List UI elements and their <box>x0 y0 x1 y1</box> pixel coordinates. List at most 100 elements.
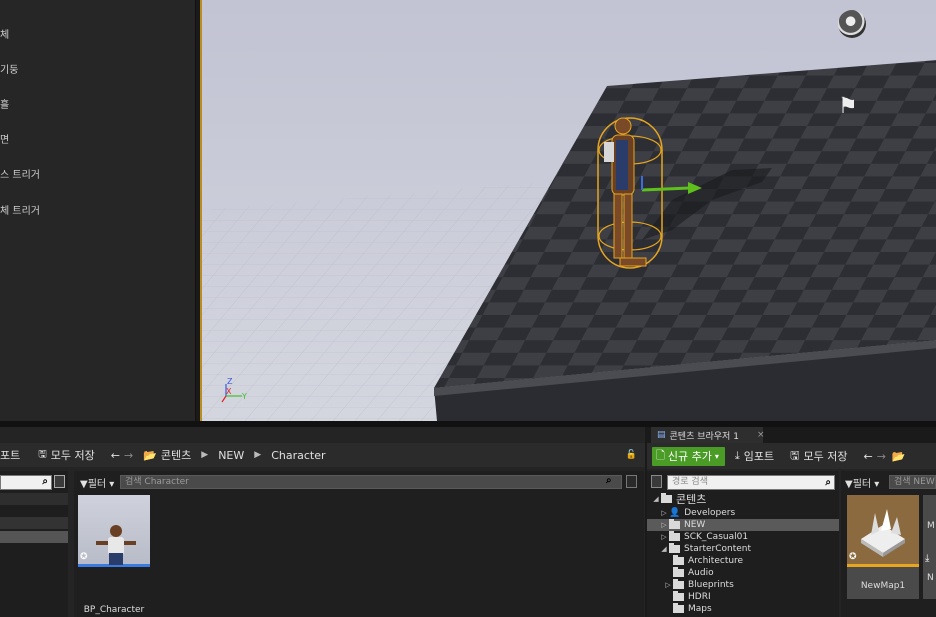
tree-item[interactable]: Maps <box>647 603 839 615</box>
sphere-reflection-icon[interactable] <box>838 10 866 38</box>
list-item[interactable] <box>0 531 68 543</box>
import-icon: ⤓ <box>734 449 740 462</box>
place-item[interactable]: 스 트리거 <box>0 166 40 181</box>
tree-item[interactable]: Architecture <box>647 555 839 567</box>
tree-item-label: Maps <box>688 604 712 614</box>
asset-search-input[interactable]: 검색 NEW <box>889 475 936 489</box>
filter-button[interactable]: ▼필터 ▾ <box>845 475 879 490</box>
chevron-down-icon: ▾ <box>871 479 880 490</box>
add-new-label: 신규 추가 <box>667 450 712 463</box>
import-label: 임포트 <box>743 450 775 463</box>
place-item[interactable]: 체 트리거 <box>0 202 40 217</box>
filter-icon: ▼ <box>80 479 88 490</box>
import-icon: ⤓ <box>925 553 930 564</box>
chevron-down-icon: ▾ <box>106 479 115 490</box>
map-thumbnail-icon: ✪ <box>847 495 919 567</box>
chevron-right-icon[interactable]: ▶ <box>201 450 208 460</box>
collapse-arrow-icon[interactable]: ▷ <box>659 533 669 541</box>
chevron-right-icon[interactable]: ▶ <box>254 450 261 460</box>
filter-icon: ▼ <box>845 479 853 490</box>
tab-content-browser-1[interactable]: ▤ 콘텐츠 브라우저 1 × <box>651 427 765 443</box>
tree-item-label: Developers <box>684 508 736 518</box>
breadcrumb-item[interactable]: NEW <box>218 449 244 462</box>
folder-icon <box>669 519 680 529</box>
import-button[interactable]: 포트 <box>0 447 20 463</box>
tree-item-label: Audio <box>688 568 714 578</box>
level-icon <box>861 509 905 557</box>
breadcrumb-item[interactable]: Character <box>271 449 325 462</box>
expand-arrow-icon[interactable]: ◢ <box>659 545 669 553</box>
search-icon: ⌕ <box>606 475 612 486</box>
folder-open-icon[interactable]: 📂 <box>892 450 906 463</box>
tree-item-selected[interactable]: ▷ NEW <box>647 519 839 531</box>
place-item[interactable]: 흘 <box>0 96 9 111</box>
asset-search-input[interactable]: 검색 Character <box>120 475 622 489</box>
expand-arrow-icon[interactable]: ◢ <box>651 495 661 503</box>
tree-item[interactable]: ◢ 콘텐츠 <box>647 493 839 506</box>
list-item[interactable] <box>0 517 68 529</box>
asset-view: ▼필터 ▾ 검색 NEW ✪ NewMap1 M ⤓ N <box>841 471 936 617</box>
search-icon: ⌕ <box>42 476 48 487</box>
lock-icon[interactable]: 🔓 <box>626 450 637 460</box>
list-item[interactable] <box>0 493 68 505</box>
folder-panel: ⌕ <box>0 471 68 617</box>
close-icon[interactable]: × <box>757 430 765 440</box>
save-icon: 🖫 <box>38 448 47 460</box>
sources-panel-toggle-icon[interactable] <box>651 475 662 488</box>
asset-thumbnail[interactable]: ✪ NewMap1 <box>847 495 919 599</box>
axis-indicator: Z Y X <box>221 377 247 403</box>
search-placeholder: 경로 검색 <box>672 477 708 487</box>
filter-button[interactable]: ▼필터 ▾ <box>80 475 114 490</box>
path-search-input[interactable]: ⌕ <box>0 475 52 490</box>
tree-item[interactable]: ▷ 👤 Developers <box>647 507 839 519</box>
axis-z-label: Z <box>227 377 233 386</box>
save-all-label: 모두 저장 <box>50 449 95 462</box>
forward-arrow-icon[interactable]: → <box>124 449 133 462</box>
import-label: 포트 <box>0 449 21 462</box>
filter-label: 필터 <box>852 479 872 490</box>
user-icon: 👤 <box>669 508 681 518</box>
save-icon: 🖫 <box>790 448 800 462</box>
forward-arrow-icon[interactable]: → <box>877 450 886 463</box>
tree-item[interactable]: ▷ Blueprints <box>647 579 839 591</box>
tree-item[interactable]: ▷ SCK_Casual01 <box>647 531 839 543</box>
folder-tree: 경로 검색 ⌕ ◢ 콘텐츠 ▷ 👤 Developers ▷ NEW ▷ SCK_Casu… <box>647 471 839 617</box>
asset-thumbnail[interactable]: M ⤓ N <box>923 495 936 599</box>
flag-icon[interactable]: ⚑ <box>838 94 858 119</box>
asset-name: NewMap1 <box>860 581 906 591</box>
tree-item-label: SCK_Casual01 <box>684 532 749 542</box>
collapse-arrow-icon[interactable]: ▷ <box>659 521 669 529</box>
breadcrumb-item[interactable]: 콘텐츠 <box>161 447 191 463</box>
back-arrow-icon[interactable]: ← <box>111 449 120 462</box>
tree-item-label: Architecture <box>688 556 744 566</box>
collapse-arrow-icon[interactable]: ▷ <box>663 581 673 589</box>
add-new-button[interactable]: 🗋 신규 추가 ▾ <box>652 446 725 466</box>
content-browser-icon: ▤ <box>657 430 666 440</box>
folder-icon <box>661 493 672 503</box>
back-arrow-icon[interactable]: ← <box>863 450 872 463</box>
save-all-button[interactable]: 🖫 모두 저장 <box>790 447 847 466</box>
asset-name: M <box>927 521 935 531</box>
document-icon: 🗋 <box>656 448 665 462</box>
tree-item-label: HDRI <box>688 592 711 602</box>
place-item[interactable]: 면 <box>0 131 9 146</box>
place-item[interactable]: 기둥 <box>0 61 18 76</box>
star-icon: ✪ <box>849 552 857 562</box>
level-viewport[interactable]: ⚑ Z Y X <box>200 0 936 421</box>
tab-bar: ▤ 콘텐츠 브라우저 1 × <box>647 427 936 443</box>
tree-item[interactable]: Audio <box>647 567 839 579</box>
axis-y-label: Y <box>241 392 247 401</box>
folder-icon <box>669 531 680 541</box>
tree-item[interactable]: HDRI <box>647 591 839 603</box>
view-options-icon[interactable] <box>54 475 65 488</box>
collapse-arrow-icon[interactable]: ▷ <box>659 509 669 517</box>
save-all-label: 모두 저장 <box>803 450 848 463</box>
import-button[interactable]: ⤓ 임포트 <box>735 448 774 464</box>
tree-item[interactable]: ◢ StarterContent <box>647 543 839 555</box>
path-search-input[interactable]: 경로 검색 ⌕ <box>667 475 835 490</box>
save-all-button[interactable]: 🖫 모두 저장 <box>38 447 95 464</box>
view-options-icon[interactable] <box>626 475 637 488</box>
asset-thumbnail[interactable]: ✪ <box>78 495 150 567</box>
place-item[interactable]: 체 <box>0 26 9 41</box>
tree-item-label: NEW <box>684 520 706 530</box>
